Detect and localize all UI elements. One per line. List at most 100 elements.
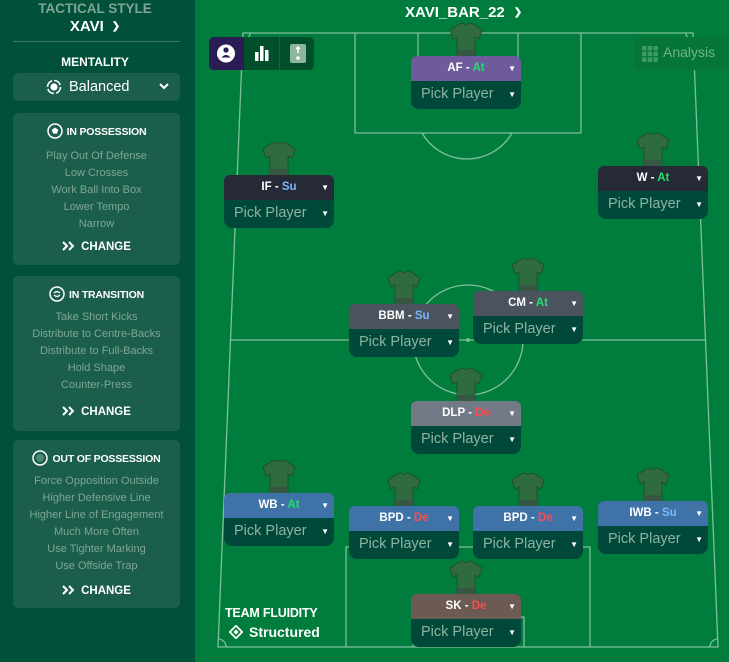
role-name: DLP — [442, 407, 465, 419]
pick-player-select[interactable]: Pick Player ▼ — [598, 526, 708, 554]
pick-player-select[interactable]: Pick Player ▼ — [224, 518, 334, 546]
dropdown-arrow-icon: ▼ — [321, 527, 329, 536]
pick-player-label: Pick Player — [421, 431, 494, 447]
role-select[interactable]: DLP - De ▼ — [411, 401, 521, 426]
dropdown-arrow-icon: ▼ — [446, 540, 454, 549]
role-name: WB — [258, 499, 278, 511]
position-if: IF - Su ▼ Pick Player ▼ — [224, 175, 334, 228]
dropdown-arrow-icon: ▼ — [695, 535, 703, 544]
position-bbm: BBM - Su ▼ Pick Player ▼ — [349, 304, 459, 357]
role-duty: De — [471, 600, 487, 612]
instruction-item: Distribute to Full-Backs — [39, 345, 154, 357]
instruction-item: Work Ball Into Box — [51, 184, 142, 196]
role-select[interactable]: IF - Su ▼ — [224, 175, 334, 200]
mentality-icon — [46, 79, 62, 95]
tactical-style-label: TACTICAL STYLE — [38, 1, 152, 16]
dropdown-arrow-icon: ▼ — [446, 514, 454, 523]
role-name: IWB — [629, 507, 652, 519]
pick-player-select[interactable]: Pick Player ▼ — [411, 426, 521, 454]
change-label: CHANGE — [81, 241, 131, 253]
pick-player-select[interactable]: Pick Player ▼ — [598, 191, 708, 219]
role-select[interactable]: WB - At ▼ — [224, 493, 334, 518]
pick-player-select[interactable]: Pick Player ▼ — [411, 81, 521, 109]
double-chevron-icon — [62, 585, 75, 595]
role-name: AF — [447, 62, 463, 74]
double-chevron-icon — [62, 406, 75, 416]
pick-player-label: Pick Player — [359, 334, 432, 350]
role-duty: At — [287, 499, 300, 511]
role-select[interactable]: IWB - Su ▼ — [598, 501, 708, 526]
pick-player-label: Pick Player — [234, 205, 307, 221]
view-toggle — [209, 37, 314, 70]
role-select[interactable]: BPD - De ▼ — [349, 506, 459, 531]
panel-title: IN POSSESSION — [66, 126, 147, 138]
role-select[interactable]: BBM - Su ▼ — [349, 304, 459, 329]
tactical-style-value: XAVI — [69, 18, 104, 35]
tactical-style-select[interactable]: XAVI ❯ — [0, 18, 190, 35]
position-w: W - At ▼ Pick Player ▼ — [598, 166, 708, 219]
dropdown-arrow-icon: ▼ — [570, 299, 578, 308]
dropdown-arrow-icon: ▼ — [508, 64, 516, 73]
instruction-item: Play Out Of Defense — [46, 150, 147, 162]
pick-player-select[interactable]: Pick Player ▼ — [473, 531, 583, 559]
ball-icon — [46, 123, 63, 139]
role-name: SK — [445, 600, 462, 612]
role-duty: Su — [414, 310, 430, 322]
grid-icon — [642, 46, 658, 62]
instructions-view-icon — [290, 44, 306, 63]
sidebar-divider — [13, 41, 180, 42]
instruction-item: Counter-Press — [61, 379, 132, 391]
change-out-of-possession-button[interactable]: CHANGE — [13, 585, 180, 597]
dropdown-arrow-icon: ▼ — [321, 209, 329, 218]
out-of-possession-panel: OUT OF POSSESSION Force Opposition Outsi… — [13, 440, 180, 608]
tactic-select[interactable]: XAVI_BAR_22 ❯ — [405, 4, 522, 21]
pitch-outline — [217, 32, 719, 648]
dropdown-arrow-icon: ▼ — [508, 409, 516, 418]
chevron-down-icon — [159, 83, 169, 90]
chevron-down-icon: ❯ — [513, 7, 523, 18]
dropdown-arrow-icon: ▼ — [570, 540, 578, 549]
pick-player-select[interactable]: Pick Player ▼ — [349, 531, 459, 559]
fluidity-value-text: Structured — [249, 624, 320, 640]
instruction-item: Low Crosses — [64, 167, 129, 179]
position-wb: WB - At ▼ Pick Player ▼ — [224, 493, 334, 546]
change-label: CHANGE — [81, 406, 131, 418]
team-fluidity-label: TEAM FLUIDITY — [225, 606, 318, 620]
role-select[interactable]: BPD - De ▼ — [473, 506, 583, 531]
pick-player-select[interactable]: Pick Player ▼ — [349, 329, 459, 357]
pick-player-select[interactable]: Pick Player ▼ — [473, 316, 583, 344]
instructions-view-button[interactable] — [279, 37, 314, 70]
change-in-possession-button[interactable]: CHANGE — [13, 241, 180, 253]
change-label: CHANGE — [81, 585, 131, 597]
pick-player-label: Pick Player — [359, 536, 432, 552]
role-name: BPD — [379, 512, 404, 524]
player-view-icon — [217, 44, 235, 63]
role-select[interactable]: SK - De ▼ — [411, 594, 521, 619]
role-select[interactable]: AF - At ▼ — [411, 56, 521, 81]
change-in-transition-button[interactable]: CHANGE — [13, 406, 180, 418]
team-fluidity-value: Structured — [229, 624, 320, 640]
role-select[interactable]: W - At ▼ — [598, 166, 708, 191]
analysis-button[interactable]: Analysis — [634, 37, 727, 70]
position-iwb: IWB - Su ▼ Pick Player ▼ — [598, 501, 708, 554]
dropdown-arrow-icon: ▼ — [446, 312, 454, 321]
stats-view-button[interactable] — [244, 37, 279, 70]
shirt-icon — [261, 459, 297, 497]
role-name: CM — [508, 297, 526, 309]
mentality-select[interactable]: Balanced — [13, 73, 180, 101]
position-sk: SK - De ▼ Pick Player ▼ — [411, 594, 521, 647]
pick-player-select[interactable]: Pick Player ▼ — [224, 200, 334, 228]
stats-view-icon — [255, 46, 269, 61]
dropdown-arrow-icon: ▼ — [508, 628, 516, 637]
role-select[interactable]: CM - At ▼ — [473, 291, 583, 316]
player-view-button[interactable] — [209, 37, 244, 70]
dropdown-arrow-icon: ▼ — [321, 183, 329, 192]
pick-player-label: Pick Player — [608, 196, 681, 212]
instruction-item: Higher Defensive Line — [42, 492, 151, 504]
instruction-item: Hold Shape — [67, 362, 126, 374]
tactic-name: XAVI_BAR_22 — [405, 4, 505, 21]
pick-player-select[interactable]: Pick Player ▼ — [411, 619, 521, 647]
goalkeeper-shirt-icon — [448, 560, 484, 598]
mentality-value: Balanced — [69, 79, 130, 95]
center-spot — [466, 338, 470, 342]
